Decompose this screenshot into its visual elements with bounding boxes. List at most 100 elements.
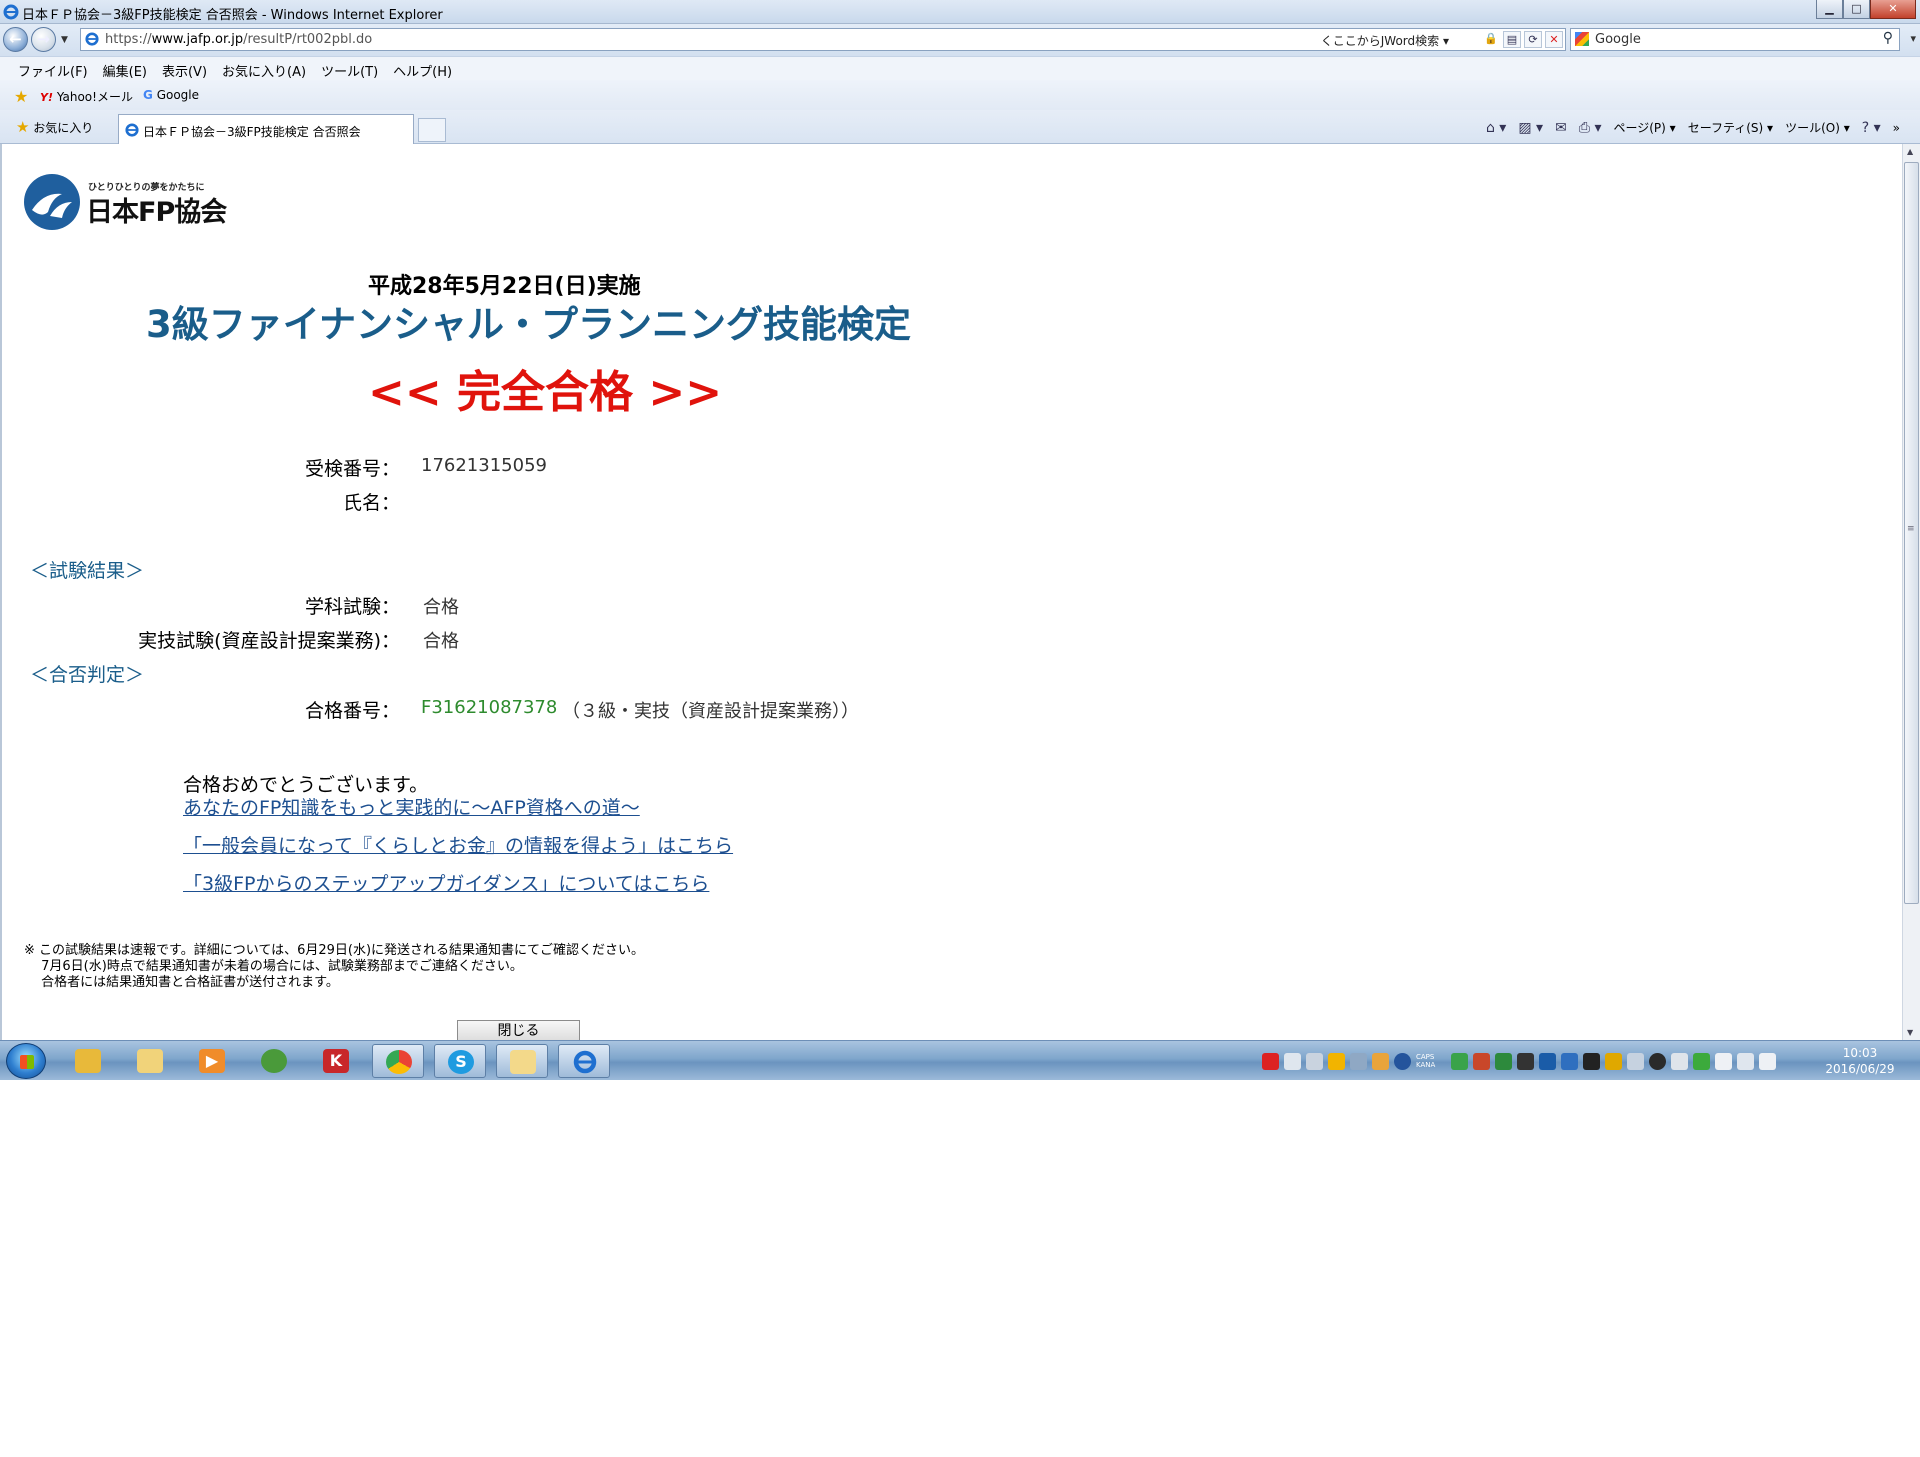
stop-icon[interactable]: ✕ <box>1545 31 1563 48</box>
scroll-up-icon[interactable]: ▲ <box>1907 147 1913 156</box>
tray-app-icon[interactable] <box>1649 1052 1666 1070</box>
maximize-button[interactable]: □ <box>1843 0 1870 19</box>
network-icon[interactable] <box>1737 1052 1754 1070</box>
volume-icon[interactable] <box>1759 1052 1776 1070</box>
taskbar-app-kingsoft[interactable]: K <box>310 1044 362 1078</box>
written-exam-result: 合格 <box>423 597 459 618</box>
step-up-guidance-link[interactable]: 「3級FPからのステップアップガイダンス」についてはこちら <box>183 869 709 896</box>
mail-icon[interactable]: ✉ <box>1555 120 1567 136</box>
favorites-star-icon: ★ <box>16 118 30 136</box>
jafp-logo-icon <box>24 174 80 230</box>
taskbar-app-media-player[interactable]: ▶ <box>186 1044 238 1078</box>
ime-dict-icon[interactable] <box>1350 1052 1367 1070</box>
vertical-scrollbar[interactable]: ▲ ≡ ▼ <box>1902 144 1920 1040</box>
search-icon[interactable]: ⚲ <box>1883 30 1893 46</box>
tray-app-icon[interactable] <box>1583 1052 1600 1070</box>
page-icon <box>85 32 99 46</box>
google-icon <box>1575 32 1589 46</box>
favorites-label: お気に入り <box>33 121 94 135</box>
action-center-flag-icon[interactable] <box>1715 1052 1732 1070</box>
taskbar-app-skype[interactable]: S <box>434 1044 486 1078</box>
tray-app-icon[interactable] <box>1495 1052 1512 1070</box>
search-options-icon[interactable]: ▾ <box>1910 32 1916 45</box>
ie-icon <box>3 4 19 20</box>
tray-app-icon[interactable] <box>1539 1052 1556 1070</box>
ime-option-icon[interactable] <box>1372 1052 1389 1070</box>
tab-bar: ★ お気に入り 日本ＦＰ協会－3級FP技能検定 合否照会 ⌂ ▾ ▨ ▾ ✉ ⎙… <box>0 110 1920 144</box>
safety-menu[interactable]: セーフティ(S) ▾ <box>1688 119 1773 136</box>
close-button[interactable]: 閉じる <box>457 1020 580 1040</box>
home-icon[interactable]: ⌂ ▾ <box>1486 120 1506 136</box>
taskbar-clock[interactable]: 10:03 2016/06/29 <box>1800 1045 1920 1077</box>
menu-favorites[interactable]: お気に入り(A) <box>222 61 306 80</box>
taskbar-app-files[interactable] <box>124 1044 176 1078</box>
scroll-grip-icon: ≡ <box>1907 524 1915 534</box>
refresh-icon[interactable]: ⟳ <box>1524 31 1542 48</box>
tray-app-icon[interactable] <box>1561 1052 1578 1070</box>
ime-mode-icon[interactable] <box>1284 1052 1301 1070</box>
add-favorite-star-icon[interactable]: ★ <box>14 87 28 106</box>
practical-exam-label: 実技試験(資産設計提案業務)： <box>138 630 400 652</box>
tray-app-icon[interactable] <box>1451 1052 1468 1070</box>
tray-app-icon[interactable] <box>1605 1052 1622 1070</box>
url-text[interactable]: https://www.jafp.or.jp/resultP/rt002pbl.… <box>105 32 372 47</box>
afp-path-link[interactable]: あなたのFP知識をもっと実践的に～AFP資格への道～ <box>183 793 640 820</box>
menu-help[interactable]: ヘルプ(H) <box>393 61 452 80</box>
menu-file[interactable]: ファイル(F) <box>18 61 88 80</box>
print-icon[interactable]: ⎙ ▾ <box>1579 120 1602 136</box>
scroll-down-icon[interactable]: ▼ <box>1907 1028 1913 1037</box>
address-bar[interactable]: https://www.jafp.or.jp/resultP/rt002pbl.… <box>80 28 1566 51</box>
google-link-icon: G <box>143 88 153 102</box>
tray-app-icon[interactable] <box>1627 1052 1644 1070</box>
back-button[interactable]: ← <box>3 27 28 52</box>
antivirus-tray-icon[interactable] <box>1262 1052 1279 1070</box>
yahoo-icon: Y! <box>40 91 53 104</box>
folder-icon <box>137 1049 163 1073</box>
exam-title: 3級ファイナンシャル・プランニング技能検定 <box>146 303 912 346</box>
menu-tools[interactable]: ツール(T) <box>321 61 378 80</box>
tray-app-icon[interactable] <box>1517 1052 1534 1070</box>
taskbar-app-ie[interactable] <box>558 1044 610 1078</box>
new-tab-button[interactable] <box>418 118 446 142</box>
minimize-button[interactable]: ▁ <box>1816 0 1843 19</box>
blank-area <box>0 1080 1920 1457</box>
taskbar-app-explorer[interactable] <box>62 1044 114 1078</box>
taskbar-app-folder-window[interactable] <box>496 1044 548 1078</box>
tree-icon <box>261 1049 287 1073</box>
ime-tool-icon[interactable] <box>1328 1052 1345 1070</box>
general-member-link[interactable]: 「一般会員になって『くらしとお金』の情報を得よう」はこちら <box>183 831 733 858</box>
tools-menu[interactable]: ツール(O) ▾ <box>1785 119 1850 136</box>
jword-label: くここからJWord検索 <box>1320 34 1440 48</box>
tray-app-icon[interactable] <box>1671 1052 1688 1070</box>
written-exam-label: 学科試験： <box>304 596 400 618</box>
practical-exam-result: 合格 <box>423 631 459 652</box>
tray-app-icon[interactable] <box>1693 1052 1710 1070</box>
menu-view[interactable]: 表示(V) <box>162 61 207 80</box>
folder-people-icon <box>75 1049 101 1073</box>
tab-active[interactable]: 日本ＦＰ協会－3級FP技能検定 合否照会 <box>118 114 414 144</box>
page-menu[interactable]: ページ(P) ▾ <box>1613 119 1675 136</box>
taskbar-app-bonsai[interactable] <box>248 1044 300 1078</box>
search-box[interactable]: Google ⚲ <box>1570 28 1900 51</box>
examinee-number-label: 受検番号： <box>304 458 400 480</box>
tray-app-icon[interactable] <box>1473 1052 1490 1070</box>
more-commands[interactable]: » <box>1893 121 1900 135</box>
help-icon[interactable]: ? ▾ <box>1862 120 1881 136</box>
favorites-button[interactable]: ★ お気に入り <box>16 118 93 136</box>
lock-icon[interactable]: 🔒 <box>1482 31 1500 48</box>
taskbar-app-chrome[interactable] <box>372 1044 424 1078</box>
google-link-label: Google <box>156 88 200 102</box>
jword-search[interactable]: くここからJWord検索 ▾ <box>1321 32 1449 49</box>
ime-kanji-icon[interactable] <box>1306 1052 1323 1070</box>
menu-edit[interactable]: 編集(E) <box>103 61 147 80</box>
history-dropdown-icon[interactable]: ▼ <box>61 35 68 45</box>
compatibility-view-icon[interactable]: ▤ <box>1503 31 1521 48</box>
ime-help-icon[interactable] <box>1394 1052 1411 1070</box>
link-yahoo-mail[interactable]: Y! Yahoo!メール <box>40 88 133 105</box>
forward-button[interactable]: → <box>31 27 56 52</box>
feeds-icon[interactable]: ▨ ▾ <box>1518 120 1543 136</box>
start-button[interactable] <box>6 1043 46 1079</box>
link-google[interactable]: G Google <box>143 88 199 102</box>
close-window-button[interactable]: ✕ <box>1870 0 1916 19</box>
examinee-number: 17621315059 <box>421 455 547 476</box>
